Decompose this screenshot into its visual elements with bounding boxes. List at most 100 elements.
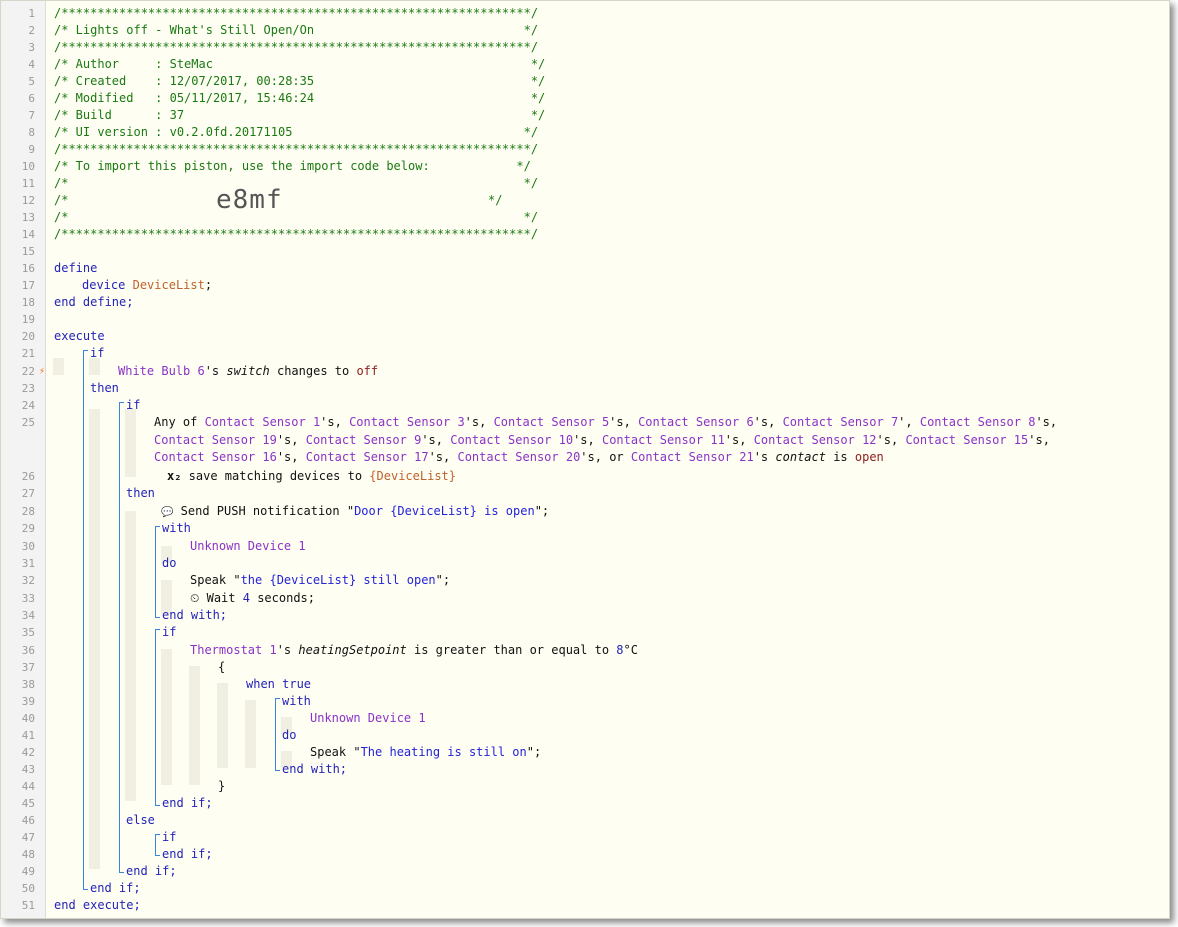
if-keyword[interactable]: if (162, 624, 176, 641)
text: is (825, 450, 855, 464)
line-number: 27 (21, 487, 35, 500)
line-number: 16 (21, 262, 35, 275)
when-true-keyword[interactable]: when true (246, 676, 311, 693)
device-name: Contact Sensor 15 (905, 433, 1029, 447)
indent-guide (125, 511, 136, 801)
device-name: Contact Sensor 3 (349, 415, 465, 429)
if-bracket-bottom (119, 868, 124, 873)
do-keyword: do (282, 728, 297, 742)
then-keyword: then (90, 381, 119, 395)
with-keyword[interactable]: with (162, 520, 191, 537)
speak-statement[interactable]: Speak "The heating is still on"; (310, 744, 541, 761)
with-bracket-bottom (155, 613, 160, 618)
line-number: 34 (21, 609, 35, 622)
text: 's (276, 643, 299, 657)
text: 's, (609, 415, 639, 429)
thermostat-condition[interactable]: Thermostat 1's heatingSetpoint is greate… (190, 642, 638, 659)
variable-ref: {DeviceList} (369, 469, 456, 483)
comment-line: /* Lights off - What's Still Open/On */ (54, 23, 539, 37)
line-number: 11 (21, 177, 35, 190)
timer-icon: ⏲ (190, 591, 200, 605)
line-number: 42 (21, 746, 35, 759)
text: Send PUSH notification " (173, 504, 355, 518)
device-name: Contact Sensor 8 (919, 415, 1036, 429)
line-number: 28 (21, 505, 35, 518)
then-keyword: then (126, 486, 155, 500)
line-number: 25 (21, 416, 35, 429)
end-if-keyword: end if; (126, 864, 177, 878)
if-keyword[interactable]: if (162, 829, 176, 846)
open-brace: { (218, 660, 226, 674)
attribute: contact (775, 450, 826, 464)
device-name: White Bulb 6 (118, 364, 205, 378)
device-name[interactable]: Unknown Device 1 (190, 538, 306, 555)
device-type: device (82, 278, 126, 292)
line-number: 14 (21, 228, 35, 241)
text: 's, (876, 433, 906, 447)
line-number: 50 (21, 882, 35, 895)
indent-guide (217, 683, 228, 768)
line-number: 49 (21, 865, 35, 878)
line-number: 10 (21, 160, 35, 173)
text: 's, (276, 450, 306, 464)
wait-statement[interactable]: ⏲ Wait 4 seconds; (190, 590, 315, 607)
line-number: 19 (21, 313, 35, 326)
end-define-keyword: end define; (54, 295, 134, 309)
device-name: Contact Sensor 19 (154, 433, 277, 447)
line-number: 31 (21, 557, 35, 570)
comment-line: /* */ (54, 210, 539, 224)
contact-condition[interactable]: Any of Contact Sensor 1's, Contact Senso… (154, 414, 1057, 431)
with-bracket (275, 702, 276, 770)
end-execute-keyword: end execute; (54, 898, 141, 912)
device-name: Contact Sensor 7 (782, 415, 899, 429)
contact-condition[interactable]: Contact Sensor 19's, Contact Sensor 9's,… (154, 432, 1050, 449)
text: 's, (464, 415, 494, 429)
text: Any of (154, 415, 205, 429)
save-icon: x₂ (167, 469, 182, 483)
trigger-condition[interactable]: White Bulb 6's switch changes to off (118, 363, 378, 380)
push-notification-statement[interactable]: 💬 Send PUSH notification "Door {DeviceLi… (161, 503, 549, 520)
line-number: 23 (21, 382, 35, 395)
line-number: 47 (21, 831, 35, 844)
line-number: 2 (28, 24, 35, 37)
line-number: 20 (21, 330, 35, 343)
device-name: Contact Sensor 16 (154, 450, 277, 464)
line-number: 38 (21, 678, 35, 691)
line-number: 1 (28, 7, 35, 20)
text: 's, or (580, 450, 631, 464)
close-brace: } (218, 779, 226, 793)
end-with-keyword: end with; (282, 762, 348, 776)
end-if-keyword: end if; (90, 881, 141, 895)
line-number: 43 (21, 763, 35, 776)
number: 4 (242, 591, 250, 605)
if-bracket (83, 354, 84, 889)
contact-condition[interactable]: Contact Sensor 16's, Contact Sensor 17's… (154, 449, 884, 466)
speak-statement[interactable]: Speak "the {DeviceList} still open"; (190, 572, 450, 589)
if-keyword[interactable]: if (126, 397, 140, 414)
else-keyword: else (126, 813, 155, 827)
line-number: 9 (28, 143, 35, 156)
text: 's (753, 450, 776, 464)
indent-guide (189, 666, 200, 785)
if-bracket-bottom (155, 851, 160, 856)
string: The heating is still on (360, 745, 527, 759)
line-number: 26 (21, 470, 35, 483)
semicolon: ; (204, 278, 213, 292)
line-number: 18 (21, 296, 35, 309)
if-keyword[interactable]: if (90, 345, 104, 362)
text: 's (204, 364, 227, 378)
with-keyword[interactable]: with (282, 693, 311, 710)
line-number: 7 (28, 109, 35, 122)
chat-bubble-icon: 💬 (161, 507, 174, 518)
indent-guide (53, 358, 64, 375)
save-matching-devices[interactable]: x₂ save matching devices to {DeviceList} (167, 468, 456, 485)
text: 's, (276, 433, 306, 447)
variable-declaration[interactable]: device DeviceList; (82, 277, 212, 294)
text: 's, (428, 450, 458, 464)
do-keyword: do (162, 556, 177, 570)
device-name[interactable]: Unknown Device 1 (310, 710, 426, 727)
device-name: Contact Sensor 12 (753, 433, 877, 447)
comment-line: /* UI version : v0.2.0fd.20171105 */ (54, 125, 539, 139)
text: "; (435, 573, 451, 587)
text: 's, (753, 415, 783, 429)
